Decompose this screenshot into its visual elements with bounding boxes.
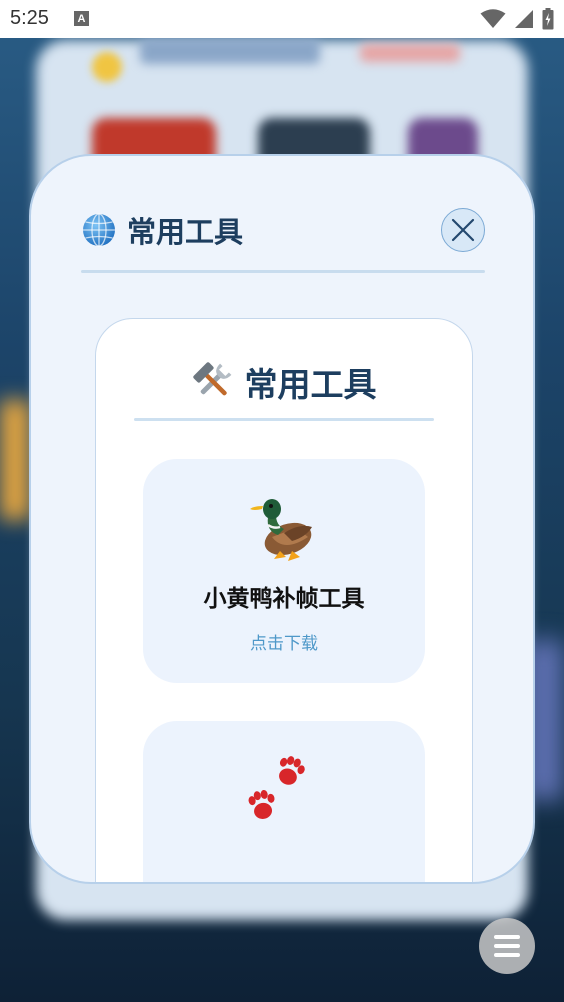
globe-icon: [83, 213, 115, 247]
floating-menu-button[interactable]: [479, 918, 535, 974]
menu-icon-bar: [494, 944, 520, 948]
menu-icon-bar: [494, 935, 520, 939]
panel-title: 常用工具: [244, 365, 377, 404]
duck-icon: [250, 499, 312, 561]
tool-card-paw[interactable]: [143, 721, 425, 882]
modal-header: 常用工具: [81, 208, 485, 252]
notification-a-icon: A: [74, 11, 89, 26]
tools-panel: 常用工具 小黄鸭补帧工具 点击下载: [95, 318, 473, 882]
menu-icon-bar: [494, 953, 520, 957]
download-link[interactable]: 点击下载: [143, 629, 425, 654]
status-bar: 5:25 A: [0, 0, 564, 38]
status-time: 5:25: [10, 7, 49, 29]
tool-card-duck[interactable]: 小黄鸭补帧工具 点击下载: [143, 459, 425, 683]
wifi-icon: [480, 9, 506, 28]
background-red-text: [360, 44, 460, 62]
close-icon: [451, 218, 475, 242]
battery-icon: [542, 8, 554, 30]
panel-header: 常用工具: [96, 357, 471, 407]
tool-name: 小黄鸭补帧工具: [203, 586, 365, 612]
background-decoration: [0, 400, 30, 520]
tools-modal: 常用工具 常用工具 小黄鸭补帧工具 点击下载: [29, 154, 535, 884]
panel-divider: [134, 418, 434, 421]
paw-prints-icon: [248, 756, 305, 819]
modal-divider: [81, 270, 485, 273]
modal-title: 常用工具: [127, 215, 244, 249]
background-sun-icon: [92, 52, 122, 82]
background-header: [140, 38, 320, 64]
hammer-wrench-icon: [192, 362, 231, 396]
signal-icon: [515, 10, 533, 28]
close-button[interactable]: [441, 208, 485, 252]
